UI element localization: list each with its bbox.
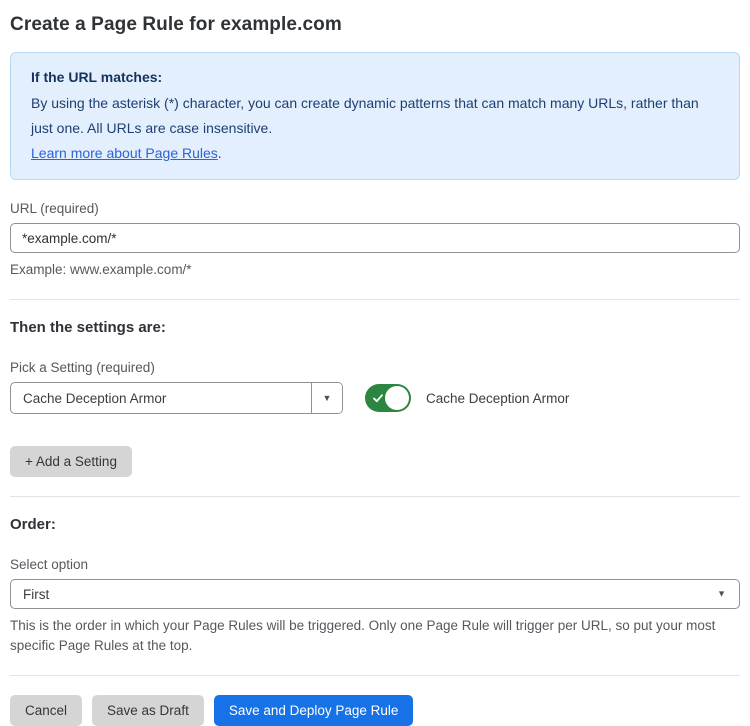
divider (10, 675, 740, 676)
url-field-label: URL (required) (10, 201, 740, 216)
link-period: . (218, 145, 222, 161)
order-section-heading: Order: (10, 516, 740, 533)
info-box-heading: If the URL matches: (31, 65, 719, 90)
divider (10, 496, 740, 497)
url-input[interactable] (10, 223, 740, 253)
order-select-label: Select option (10, 557, 740, 572)
save-as-draft-button[interactable]: Save as Draft (92, 695, 204, 726)
info-box-body: By using the asterisk (*) character, you… (31, 91, 719, 141)
cache-deception-armor-toggle[interactable] (365, 384, 411, 412)
url-match-info-box: If the URL matches: By using the asteris… (10, 52, 740, 180)
chevron-down-icon: ▼ (717, 590, 726, 599)
order-select-value: First (23, 587, 49, 602)
learn-more-link[interactable]: Learn more about Page Rules (31, 145, 218, 161)
setting-select[interactable]: Cache Deception Armor ▼ (10, 382, 343, 414)
setting-row: Cache Deception Armor ▼ Cache Deception … (10, 382, 740, 414)
add-setting-button[interactable]: + Add a Setting (10, 446, 132, 477)
setting-toggle-label: Cache Deception Armor (426, 391, 569, 406)
cancel-button[interactable]: Cancel (10, 695, 82, 726)
order-select[interactable]: First ▼ (10, 579, 740, 609)
chevron-down-icon: ▼ (323, 394, 332, 403)
setting-select-caret-button[interactable]: ▼ (311, 383, 342, 413)
toggle-knob (385, 386, 409, 410)
footer-actions: Cancel Save as Draft Save and Deploy Pag… (10, 695, 740, 726)
save-and-deploy-button[interactable]: Save and Deploy Page Rule (214, 695, 414, 726)
pick-setting-label: Pick a Setting (required) (10, 360, 740, 375)
settings-section-heading: Then the settings are: (10, 319, 740, 336)
url-field-helper: Example: www.example.com/* (10, 260, 740, 280)
info-box-link-line: Learn more about Page Rules. (31, 141, 719, 166)
setting-toggle-group: Cache Deception Armor (365, 384, 569, 412)
page-title: Create a Page Rule for example.com (10, 14, 740, 36)
divider (10, 299, 740, 300)
check-icon (372, 392, 384, 404)
setting-select-value: Cache Deception Armor (11, 383, 311, 413)
order-helper-text: This is the order in which your Page Rul… (10, 616, 740, 656)
